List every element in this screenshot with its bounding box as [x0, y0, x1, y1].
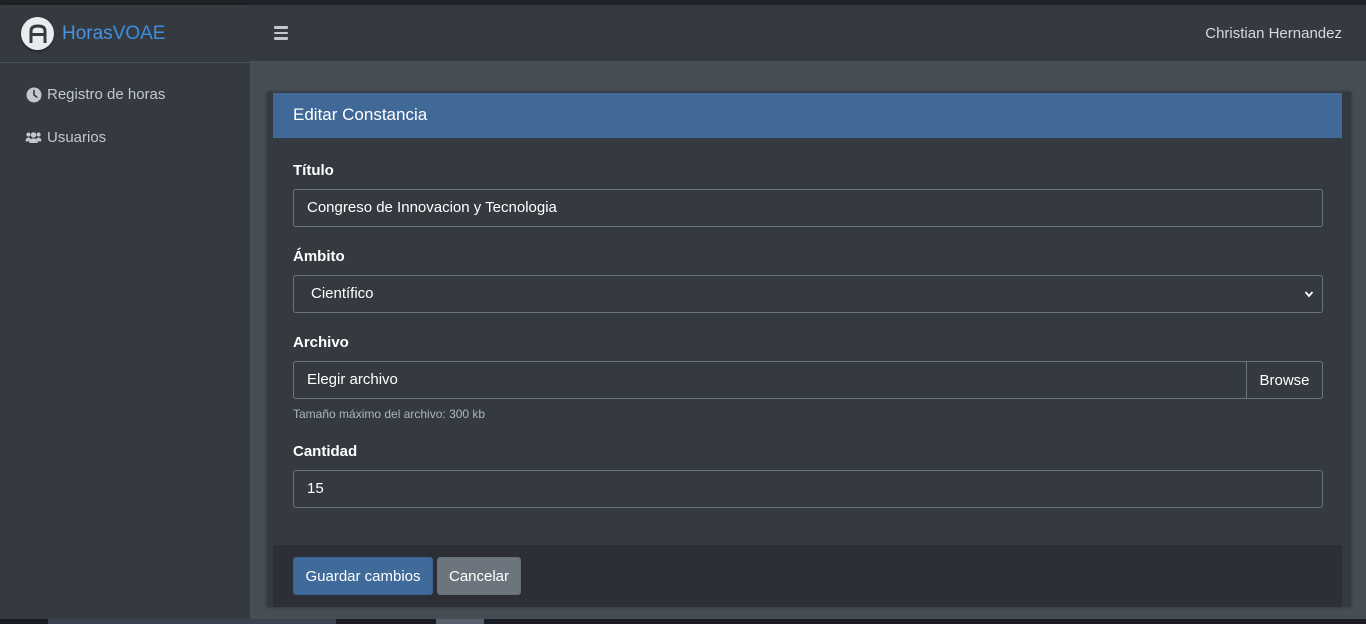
file-input[interactable]: Elegir archivo Browse — [293, 361, 1323, 399]
file-input-placeholder: Elegir archivo — [307, 371, 398, 388]
ambito-selected-value: Científico — [311, 285, 374, 302]
file-size-help: Tamaño máximo del archivo: 300 kb — [293, 407, 486, 421]
sidebar: HorasVOAE Registro de horas Usuarios — [0, 5, 250, 619]
cantidad-label: Cantidad — [293, 443, 358, 460]
card-title: Editar Constancia — [273, 93, 1342, 138]
titulo-input[interactable]: Congreso de Innovacion y Tecnologia — [293, 189, 1323, 227]
archivo-label: Archivo — [293, 334, 349, 351]
main-content: Editar Constancia Título Congreso de Inn… — [250, 62, 1366, 619]
app-logo-icon — [21, 17, 54, 50]
brand-link[interactable]: HorasVOAE — [0, 5, 250, 63]
user-name[interactable]: Christian Hernandez — [1205, 25, 1342, 42]
ambito-select[interactable]: Científico — [293, 275, 1323, 313]
sidebar-nav: Registro de horas Usuarios — [0, 63, 250, 159]
users-icon — [25, 129, 42, 146]
hamburger-menu-icon[interactable] — [274, 26, 288, 40]
top-navbar: Christian Hernandez — [250, 5, 1366, 62]
taskbar-item[interactable] — [48, 619, 336, 624]
ambito-label: Ámbito — [293, 248, 345, 265]
cancel-button[interactable]: Cancelar — [437, 557, 521, 595]
edit-form-card: Editar Constancia Título Congreso de Inn… — [267, 92, 1351, 607]
save-button[interactable]: Guardar cambios — [293, 557, 433, 595]
sidebar-item-registro-de-horas[interactable]: Registro de horas — [0, 73, 250, 116]
cantidad-value: 15 — [307, 480, 324, 497]
taskbar-item[interactable] — [436, 619, 484, 624]
os-taskbar-edge — [0, 619, 1366, 624]
card-footer: Guardar cambios Cancelar — [273, 545, 1342, 607]
brand-name: HorasVOAE — [62, 22, 166, 44]
sidebar-item-label: Registro de horas — [47, 86, 166, 103]
chevron-down-icon — [1304, 291, 1314, 298]
titulo-value: Congreso de Innovacion y Tecnologia — [307, 199, 557, 216]
sidebar-item-label: Usuarios — [47, 129, 107, 146]
clock-icon — [25, 86, 42, 103]
cantidad-input[interactable]: 15 — [293, 470, 1323, 508]
browse-button[interactable]: Browse — [1246, 361, 1322, 399]
titulo-label: Título — [293, 162, 334, 179]
sidebar-item-usuarios[interactable]: Usuarios — [0, 116, 250, 159]
